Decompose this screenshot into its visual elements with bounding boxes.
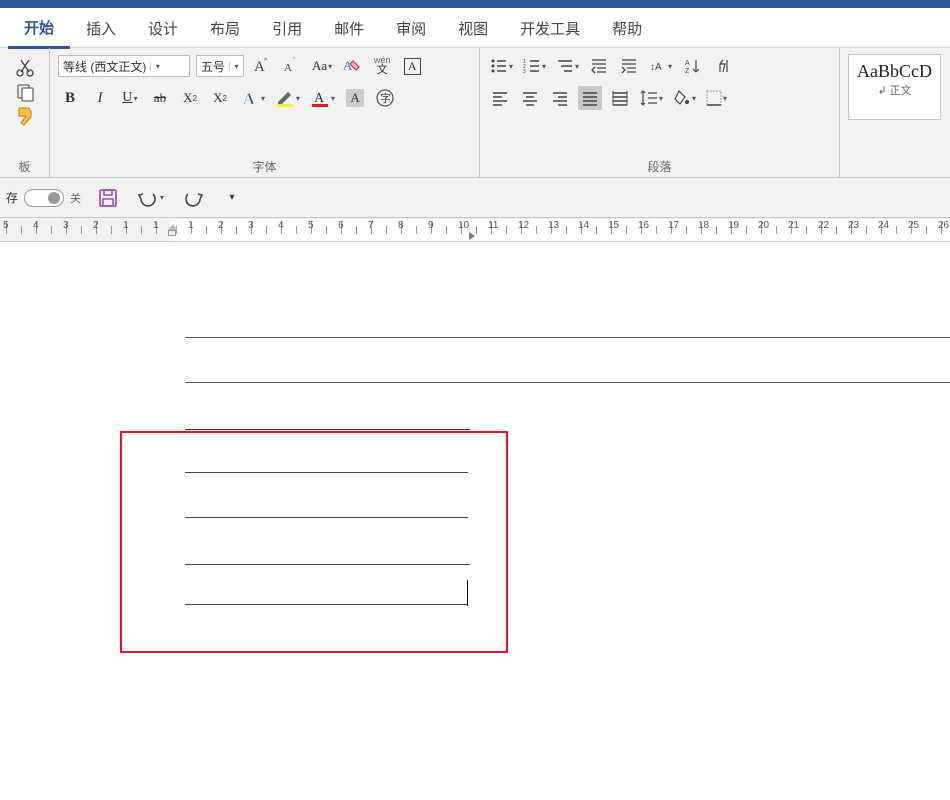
horizontal-ruler[interactable]: 543211 123456789101112131415161718192021… bbox=[0, 218, 950, 242]
superscript-button[interactable]: X2 bbox=[208, 86, 232, 110]
underline-line bbox=[185, 472, 468, 473]
underline-line bbox=[185, 429, 470, 430]
svg-text:A: A bbox=[685, 60, 690, 67]
tab-developer[interactable]: 开发工具 bbox=[504, 8, 596, 48]
align-left-button[interactable] bbox=[488, 86, 512, 110]
svg-text:↕A: ↕A bbox=[650, 62, 662, 73]
phonetic-guide-button[interactable]: wén 文 bbox=[370, 54, 394, 78]
highlight-button[interactable]: ▾ bbox=[273, 86, 302, 110]
group-label-paragraph: 段落 bbox=[488, 155, 831, 175]
line-spacing-button[interactable]: ▾ bbox=[638, 86, 665, 110]
annotation-box bbox=[120, 431, 508, 653]
tab-references[interactable]: 引用 bbox=[256, 8, 318, 48]
character-border-button[interactable]: A bbox=[400, 54, 424, 78]
group-clipboard: 板 bbox=[0, 48, 50, 177]
border-button[interactable]: ▾ bbox=[704, 86, 729, 110]
grow-font-button[interactable]: A^ bbox=[250, 54, 274, 78]
underline-line bbox=[185, 382, 950, 383]
svg-text:A: A bbox=[314, 91, 325, 106]
text-direction-button[interactable]: ↕A▾ bbox=[647, 54, 674, 78]
numbering-button[interactable]: 123▾ bbox=[521, 54, 548, 78]
cut-icon[interactable] bbox=[14, 58, 36, 78]
svg-text:^: ^ bbox=[264, 58, 268, 65]
undo-button[interactable]: ▾ bbox=[135, 186, 166, 210]
text-cursor bbox=[467, 580, 468, 606]
group-label-font: 字体 bbox=[58, 155, 471, 175]
shrink-font-button[interactable]: Aˇ bbox=[280, 54, 304, 78]
format-painter-icon[interactable] bbox=[14, 106, 36, 126]
align-right-button[interactable] bbox=[548, 86, 572, 110]
autosave-label: 存 bbox=[6, 189, 18, 206]
sort-button[interactable]: AZ bbox=[680, 54, 704, 78]
autosave-state: 关 bbox=[70, 190, 81, 206]
chevron-down-icon: ▾ bbox=[229, 62, 243, 71]
shading-button[interactable]: ▾ bbox=[671, 86, 698, 110]
increase-indent-button[interactable] bbox=[617, 54, 641, 78]
style-normal[interactable]: AaBbCcD ↲ 正文 bbox=[848, 54, 941, 120]
distributed-button[interactable] bbox=[608, 86, 632, 110]
svg-text:字: 字 bbox=[380, 91, 391, 105]
font-size-combo[interactable]: 五号 ▾ bbox=[196, 55, 244, 77]
svg-text:A: A bbox=[284, 62, 292, 74]
redo-button[interactable] bbox=[180, 186, 206, 210]
underline-line bbox=[185, 337, 950, 338]
group-styles: AaBbCcD ↲ 正文 bbox=[840, 48, 950, 177]
autosave-toggle[interactable] bbox=[24, 189, 64, 207]
show-marks-button[interactable] bbox=[710, 54, 734, 78]
change-case-button[interactable]: Aa ▾ bbox=[310, 54, 334, 78]
bullets-button[interactable]: ▾ bbox=[488, 54, 515, 78]
svg-text:Z: Z bbox=[685, 68, 690, 74]
tab-design[interactable]: 设计 bbox=[132, 8, 194, 48]
hanging-indent-marker[interactable] bbox=[168, 230, 176, 236]
tab-view[interactable]: 视图 bbox=[442, 8, 504, 48]
group-paragraph: ▾ 123▾ ▾ ↕A▾ AZ ▾ ▾ ▾ 段落 bbox=[480, 48, 840, 177]
tab-insert[interactable]: 插入 bbox=[70, 8, 132, 48]
tab-help[interactable]: 帮助 bbox=[596, 8, 658, 48]
qat-customize-button[interactable]: ▾ bbox=[220, 186, 244, 210]
subscript-button[interactable]: X2 bbox=[178, 86, 202, 110]
underline-line bbox=[185, 604, 467, 605]
multilevel-button[interactable]: ▾ bbox=[554, 54, 581, 78]
save-button[interactable] bbox=[95, 186, 121, 210]
group-label-clipboard: 板 bbox=[8, 155, 41, 175]
font-color-button[interactable]: A▾ bbox=[308, 86, 337, 110]
enclose-character-button[interactable]: 字 bbox=[373, 86, 397, 110]
font-name-combo[interactable]: 等线 (西文正文) ▾ bbox=[58, 55, 190, 77]
clear-format-button[interactable]: A bbox=[340, 54, 364, 78]
tab-layout[interactable]: 布局 bbox=[194, 8, 256, 48]
strikethrough-button[interactable]: ab bbox=[148, 86, 172, 110]
document-page[interactable] bbox=[0, 242, 950, 800]
underline-line bbox=[185, 517, 468, 518]
svg-text:ˇ: ˇ bbox=[293, 58, 296, 65]
decrease-indent-button[interactable] bbox=[587, 54, 611, 78]
group-font: 等线 (西文正文) ▾ 五号 ▾ A^ Aˇ Aa ▾ A bbox=[50, 48, 480, 177]
align-center-button[interactable] bbox=[518, 86, 542, 110]
underline-line bbox=[185, 564, 470, 565]
copy-icon[interactable] bbox=[14, 82, 36, 102]
tab-mailings[interactable]: 邮件 bbox=[318, 8, 380, 48]
chevron-down-icon: ▾ bbox=[150, 62, 164, 71]
svg-text:A: A bbox=[243, 91, 255, 108]
character-shading-button[interactable]: A bbox=[343, 86, 367, 110]
underline-button[interactable]: U▾ bbox=[118, 86, 142, 110]
bold-button[interactable]: B bbox=[58, 86, 82, 110]
document-area[interactable] bbox=[0, 242, 950, 800]
text-effects-button[interactable]: A▾ bbox=[238, 86, 267, 110]
tab-review[interactable]: 审阅 bbox=[380, 8, 442, 48]
ribbon: 板 等线 (西文正文) ▾ 五号 ▾ A^ Aˇ Aa bbox=[0, 48, 950, 178]
tab-stop-marker[interactable] bbox=[469, 232, 479, 240]
align-justify-button[interactable] bbox=[578, 86, 602, 110]
italic-button[interactable]: I bbox=[88, 86, 112, 110]
svg-text:3: 3 bbox=[523, 69, 526, 74]
menubar: 开始 插入 设计 布局 引用 邮件 审阅 视图 开发工具 帮助 bbox=[0, 8, 950, 48]
quick-access-toolbar: 存 关 ▾ ▾ bbox=[0, 178, 950, 218]
tab-home[interactable]: 开始 bbox=[8, 7, 70, 49]
